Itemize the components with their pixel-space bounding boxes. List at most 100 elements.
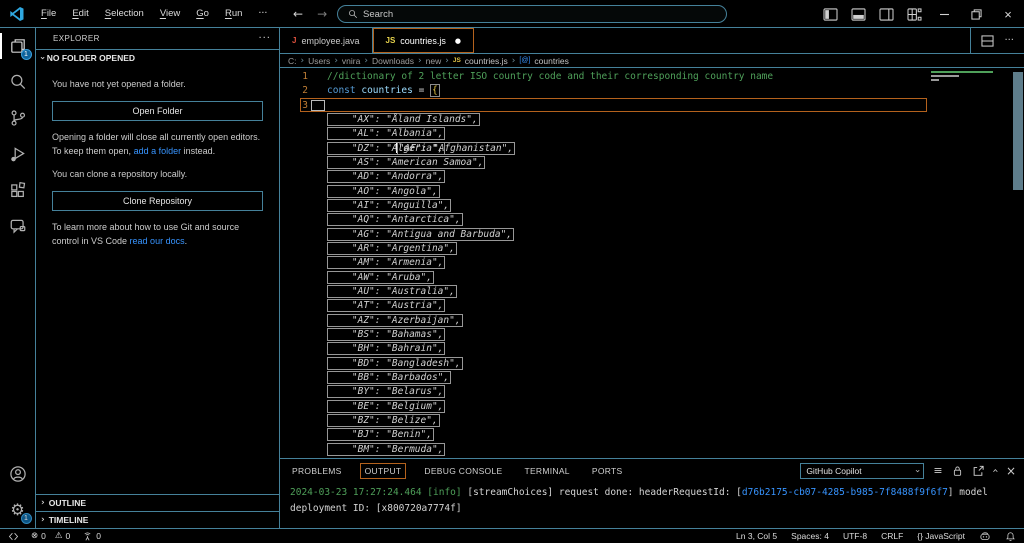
- timeline-section[interactable]: › TIMELINE: [36, 511, 279, 528]
- copilot-ghost-text: "AM": "Armenia",: [327, 256, 445, 269]
- indentation-setting[interactable]: Spaces: 4: [791, 531, 829, 541]
- encoding-setting[interactable]: UTF-8: [843, 531, 867, 541]
- activity-settings[interactable]: ⚙ 1: [0, 492, 36, 528]
- command-center-search[interactable]: Search: [337, 5, 727, 23]
- modified-dot-icon[interactable]: ●: [455, 37, 461, 45]
- back-button[interactable]: ←: [293, 7, 303, 21]
- search-placeholder: Search: [363, 9, 393, 20]
- copilot-ghost-text: "BJ": "Benin",: [327, 428, 434, 441]
- notifications-bell-icon[interactable]: [1005, 531, 1016, 542]
- minimap[interactable]: [928, 68, 1012, 458]
- breadcrumb-item[interactable]: new: [426, 56, 442, 66]
- add-a-folder-link[interactable]: add a folder: [134, 146, 182, 156]
- section-no-folder-opened[interactable]: › NO FOLDER OPENED: [36, 49, 279, 66]
- lock-icon[interactable]: [952, 465, 963, 477]
- code-line: "AW": "Aruba",: [327, 271, 1024, 285]
- chevron-right-icon: ›: [41, 515, 45, 525]
- ports-indicator[interactable]: 0: [82, 531, 101, 542]
- tab-countries-js[interactable]: JS countries.js ●: [373, 28, 474, 53]
- copilot-status-icon[interactable]: [979, 531, 991, 542]
- output-channel-select[interactable]: GitHub Copilot ›: [800, 463, 924, 479]
- toggle-secondary-sidebar-icon[interactable]: [872, 0, 900, 28]
- radio-tower-icon: [82, 531, 93, 542]
- close-panel-icon[interactable]: ×: [1006, 464, 1016, 478]
- menu-more[interactable]: ···: [250, 5, 275, 22]
- breadcrumb-file[interactable]: countries.js: [465, 56, 508, 66]
- cursor-position[interactable]: Ln 3, Col 5: [736, 531, 777, 541]
- toggle-panel-icon[interactable]: [844, 0, 872, 28]
- breadcrumb-item[interactable]: Users: [308, 56, 330, 66]
- read-our-docs-link[interactable]: read our docs: [130, 236, 185, 246]
- panel-tab-terminal[interactable]: TERMINAL: [520, 464, 573, 478]
- editor-more-actions-icon[interactable]: ···: [1004, 35, 1014, 46]
- clone-repository-button[interactable]: Clone Repository: [52, 191, 263, 211]
- js-file-icon: JS: [386, 36, 396, 45]
- copilot-ghost-text: "AD": "Andorra",: [327, 170, 445, 183]
- log-line-2: deployment ID: [x800720a7774f]: [290, 501, 1024, 517]
- more-actions-icon[interactable]: ···: [258, 33, 271, 44]
- breadcrumb-item[interactable]: C:: [288, 56, 297, 66]
- code-line: "AL": "Albania",: [327, 127, 1024, 141]
- panel-tab-bar: PROBLEMS OUTPUT DEBUG CONSOLE TERMINAL PORTS: [288, 463, 626, 479]
- copilot-ghost-text: "AS": "American Samoa",: [327, 156, 485, 169]
- scrollbar-slider[interactable]: [1013, 72, 1023, 190]
- outline-section[interactable]: › OUTLINE: [36, 494, 279, 511]
- current-code-line: "AF": "Afghanistan",: [327, 99, 1024, 113]
- breadcrumb-separator: ›: [512, 56, 516, 66]
- activity-explorer[interactable]: 1: [0, 28, 36, 64]
- copilot-ghost-text: "AI": "Anguilla",: [327, 199, 451, 212]
- code-editor[interactable]: 1 2 3 //dictionary of 2 letter ISO count…: [280, 68, 1024, 458]
- breadcrumb-item[interactable]: Downloads: [372, 56, 414, 66]
- remote-indicator[interactable]: [8, 531, 19, 542]
- activity-bar: 1 ⚙ 1: [0, 28, 36, 528]
- breadcrumb-symbol[interactable]: countries: [534, 56, 569, 66]
- vertical-scrollbar[interactable]: [1012, 68, 1024, 458]
- panel-tab-output[interactable]: OUTPUT: [360, 463, 407, 479]
- vscode-logo-icon: [9, 6, 25, 22]
- copilot-ghost-text: "AL": "Albania",: [327, 127, 445, 140]
- copilot-ghost-text: "BM": "Bermuda",: [327, 443, 445, 456]
- activity-extensions[interactable]: [0, 172, 36, 208]
- output-filter-icon[interactable]: ≡: [933, 465, 942, 476]
- toggle-primary-sidebar-icon[interactable]: [816, 0, 844, 28]
- menu-run[interactable]: Run: [217, 5, 250, 22]
- menu-selection[interactable]: Selection: [97, 5, 152, 22]
- breadcrumb-separator: ›: [301, 56, 305, 66]
- activity-run-debug[interactable]: [0, 136, 36, 172]
- maximize-panel-icon[interactable]: ›: [988, 468, 1001, 472]
- menu-go[interactable]: Go: [188, 5, 217, 22]
- tab-employee-java[interactable]: J employee.java: [280, 28, 373, 53]
- customize-layout-icon[interactable]: [900, 0, 928, 28]
- ghost-lines: "AX": "Åland Islands", "AL": "Albania", …: [327, 113, 1024, 457]
- panel-tab-debug-console[interactable]: DEBUG CONSOLE: [420, 464, 506, 478]
- minimize-button[interactable]: [928, 0, 960, 28]
- output-log[interactable]: 2024-03-23 17:27:24.464 [info] [streamCh…: [280, 482, 1024, 517]
- code-line: "AZ": "Azerbaijan",: [327, 314, 1024, 328]
- menu-edit[interactable]: Edit: [64, 5, 96, 22]
- menu-file[interactable]: File: [33, 5, 64, 22]
- symbol-variable-icon: [@]: [519, 57, 530, 64]
- breadcrumb-item[interactable]: vnira: [342, 56, 360, 66]
- close-window-button[interactable]: ×: [992, 0, 1024, 28]
- problems-indicator[interactable]: ⊗ 0 ⚠ 0: [31, 531, 70, 541]
- breadcrumb[interactable]: C:›Users›vnira›Downloads›new›JScountries…: [280, 54, 1024, 68]
- activity-search[interactable]: [0, 64, 36, 100]
- open-output-in-editor-icon[interactable]: [972, 465, 984, 477]
- panel-tab-problems[interactable]: PROBLEMS: [288, 464, 346, 478]
- open-folder-button[interactable]: Open Folder: [52, 101, 263, 121]
- activity-source-control[interactable]: [0, 100, 36, 136]
- restore-button[interactable]: [960, 0, 992, 28]
- code-line: "BZ": "Belize",: [327, 414, 1024, 428]
- language-selector[interactable]: {} JavaScript: [917, 531, 965, 541]
- split-editor-icon[interactable]: [981, 35, 994, 47]
- editor-tab-bar: J employee.java JS countries.js ● ···: [280, 28, 1024, 54]
- code-line: "BB": "Barbados",: [327, 371, 1024, 385]
- eol-setting[interactable]: CRLF: [881, 531, 903, 541]
- forward-button[interactable]: →: [317, 7, 327, 21]
- copilot-ghost-text: "BH": "Bahrain",: [327, 342, 445, 355]
- menu-view[interactable]: View: [152, 5, 188, 22]
- activity-chat[interactable]: [0, 208, 36, 244]
- code-line: "AT": "Austria",: [327, 299, 1024, 313]
- panel-tab-ports[interactable]: PORTS: [588, 464, 627, 478]
- activity-account[interactable]: [0, 456, 36, 492]
